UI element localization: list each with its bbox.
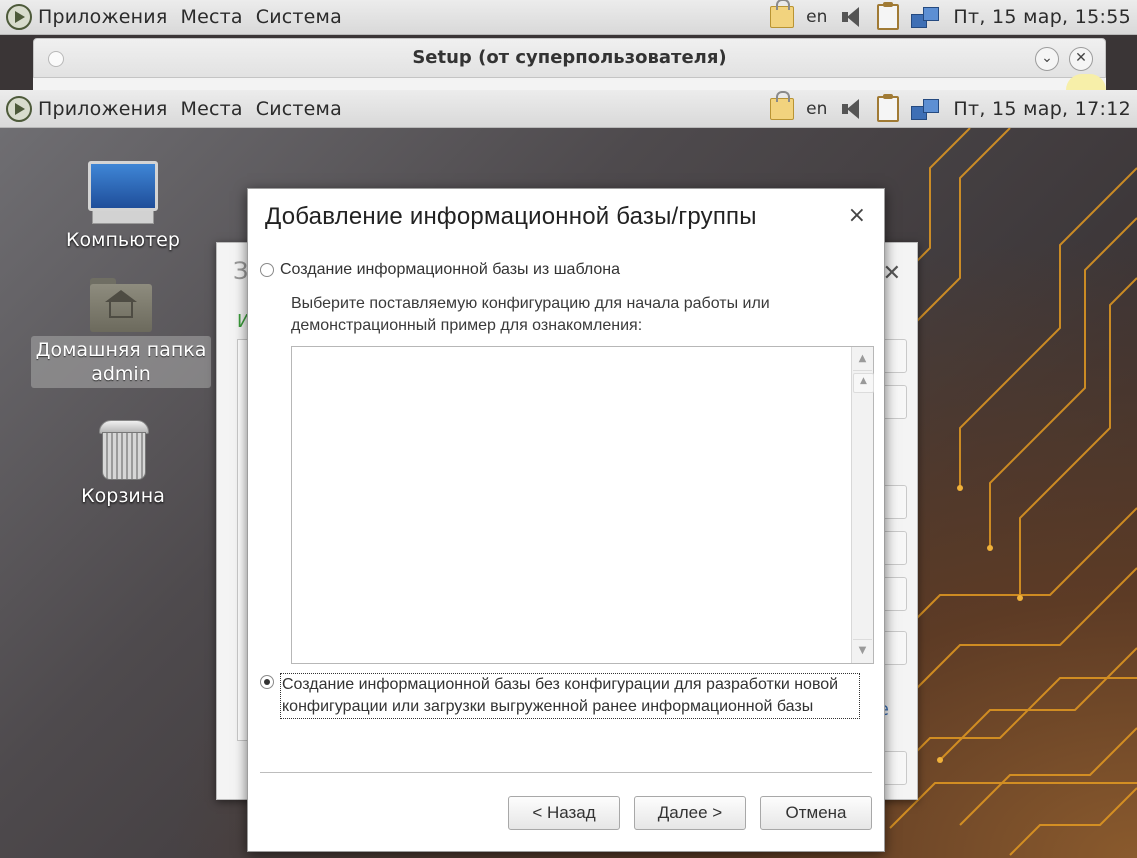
- clock[interactable]: Пт, 15 мар, 15:55: [953, 6, 1131, 28]
- desktop-icon-label: Компьютер: [66, 229, 180, 251]
- template-hint: Выберите поставляемую конфигурацию для н…: [291, 295, 770, 334]
- menu-places[interactable]: Места: [180, 98, 242, 120]
- setup-window-body: [33, 74, 1106, 90]
- network-icon[interactable]: [911, 5, 940, 29]
- keyboard-layout-indicator[interactable]: en: [806, 7, 827, 27]
- next-button[interactable]: Далее >: [634, 796, 746, 830]
- menu-applications[interactable]: Приложения: [38, 98, 167, 120]
- template-list-scrollbar[interactable]: ▲ ▲ ▼: [851, 347, 874, 663]
- clock[interactable]: Пт, 15 мар, 17:12: [953, 98, 1131, 120]
- keyboard-layout-indicator[interactable]: en: [806, 99, 827, 119]
- add-infobase-dialog: Добавление информационной базы/группы × …: [247, 188, 885, 852]
- minimize-button[interactable]: ⌄: [1035, 47, 1059, 71]
- desktop-icon-label: Домашняя папка admin: [31, 336, 211, 388]
- volume-icon[interactable]: [839, 5, 865, 29]
- close-icon[interactable]: ✕: [883, 261, 901, 286]
- cancel-button[interactable]: Отмена: [760, 796, 872, 830]
- menu-places[interactable]: Места: [180, 6, 242, 28]
- menu-system[interactable]: Система: [256, 98, 342, 120]
- setup-window-titlebar: Setup (от суперпользователя) ⌄ ✕: [33, 38, 1106, 78]
- lock-icon[interactable]: [770, 90, 795, 120]
- back-button[interactable]: < Назад: [508, 796, 620, 830]
- lock-icon[interactable]: [770, 0, 795, 28]
- volume-icon[interactable]: [839, 97, 865, 121]
- network-icon[interactable]: [911, 97, 940, 121]
- scroll-thumb[interactable]: ▲: [853, 373, 874, 393]
- radio-empty-infobase[interactable]: [260, 675, 274, 689]
- system-tray: en Пт, 15 мар, 15:55: [764, 0, 1131, 34]
- close-icon[interactable]: ×: [848, 205, 866, 227]
- radio-from-template[interactable]: [260, 263, 274, 277]
- computer-base: [92, 211, 154, 224]
- scroll-up-icon[interactable]: ▲: [853, 348, 872, 371]
- desktop-icon-trash[interactable]: Корзина: [33, 420, 213, 508]
- option-empty-infobase[interactable]: Создание информационной базы без конфигу…: [260, 673, 860, 719]
- clipboard-icon[interactable]: [877, 2, 900, 30]
- option-empty-infobase-label[interactable]: Создание информационной базы без конфигу…: [280, 673, 860, 719]
- desktop-icon-home[interactable]: Домашняя папка admin: [31, 278, 211, 388]
- chevron-down-icon: ⌄: [1041, 50, 1053, 66]
- menu-applications[interactable]: Приложения: [38, 6, 167, 28]
- desktop-icon-computer[interactable]: Компьютер: [33, 161, 213, 252]
- dialog-separator: [260, 772, 872, 773]
- distro-logo-icon[interactable]: [6, 95, 32, 122]
- dialog-title: Добавление информационной базы/группы: [265, 203, 757, 230]
- option-from-template-label[interactable]: Создание информационной базы из шаблона: [280, 261, 620, 279]
- scroll-down-icon[interactable]: ▼: [853, 639, 872, 662]
- menu-system[interactable]: Система: [256, 6, 342, 28]
- distro-logo-icon[interactable]: [6, 4, 32, 30]
- window-close-button[interactable]: ✕: [1069, 47, 1093, 71]
- home-folder-icon: [90, 278, 152, 332]
- top-panel-outer: Приложения Места Система en Пт, 15 мар, …: [0, 0, 1137, 35]
- setup-window-title: Setup (от суперпользователя): [412, 47, 727, 68]
- clipboard-icon[interactable]: [877, 93, 900, 122]
- desktop-icon-label: Корзина: [81, 485, 165, 507]
- template-list[interactable]: ▲ ▲ ▼: [291, 346, 874, 664]
- system-tray: en Пт, 15 мар, 17:12: [764, 90, 1131, 127]
- close-icon: ✕: [1075, 50, 1087, 66]
- top-panel-inner: Приложения Места Система en Пт, 15 мар, …: [0, 90, 1137, 128]
- option-from-template[interactable]: Создание информационной базы из шаблона: [260, 261, 620, 279]
- trash-icon: [97, 420, 149, 480]
- computer-icon: [88, 161, 158, 211]
